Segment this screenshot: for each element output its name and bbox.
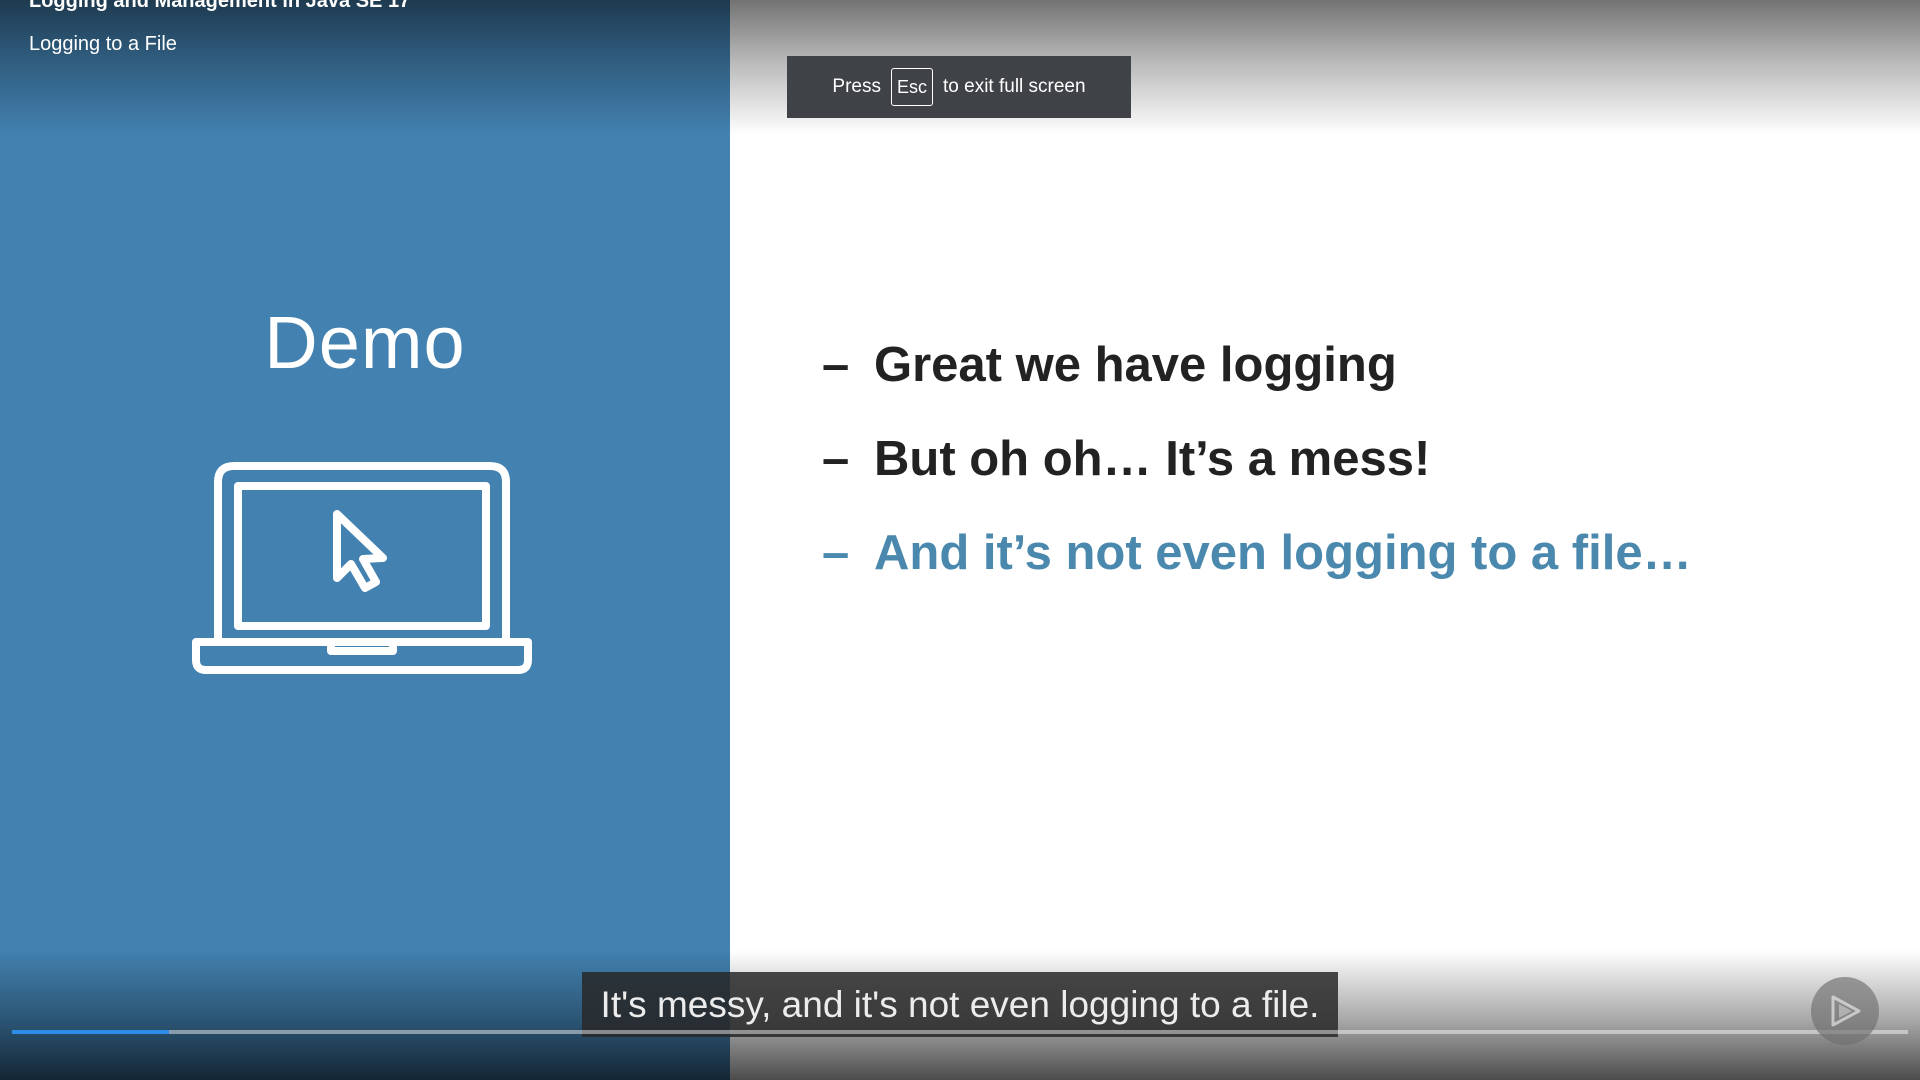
bullet-dash: – [822, 432, 850, 486]
laptop-cursor-icon [192, 462, 532, 674]
play-icon [1831, 995, 1861, 1027]
bullet-dash: – [822, 526, 850, 580]
progress-bar[interactable] [12, 1030, 1908, 1034]
bullet-text: But oh oh… It’s a mess! [874, 432, 1431, 486]
bullet-item: – Great we have logging [822, 318, 1692, 412]
bullet-item-highlighted: – And it’s not even logging to a file… [822, 506, 1692, 600]
caption-subtitle: It's messy, and it's not even logging to… [582, 972, 1338, 1037]
esc-key-label: Esc [890, 68, 933, 106]
course-title: Logging and Management in Java SE 17 [29, 0, 411, 12]
bullet-text: And it’s not even logging to a file… [874, 526, 1692, 580]
bullet-text: Great we have logging [874, 338, 1397, 392]
demo-heading: Demo [264, 301, 466, 384]
play-button[interactable] [1811, 977, 1879, 1045]
bullet-dash: – [822, 338, 850, 392]
progress-bar-fill [12, 1030, 170, 1034]
fullscreen-exit-notice: Press Esc to exit full screen [787, 56, 1131, 118]
clip-title: Logging to a File [29, 33, 177, 55]
bullet-list: – Great we have logging – But oh oh… It’… [822, 318, 1692, 600]
bullet-item: – But oh oh… It’s a mess! [822, 412, 1692, 506]
notice-prefix: Press [832, 76, 881, 97]
notice-suffix: to exit full screen [943, 76, 1086, 97]
